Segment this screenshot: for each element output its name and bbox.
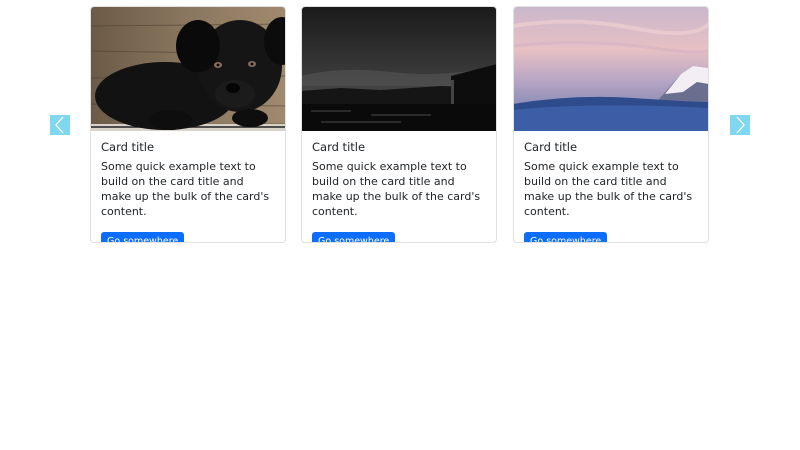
- card-title: Card title: [101, 140, 155, 154]
- carousel-prev-button[interactable]: [50, 115, 70, 135]
- card-body: Card title Some quick example text to bu…: [302, 131, 496, 242]
- card-body: Card title Some quick example text to bu…: [91, 131, 285, 242]
- card-title: Card title: [312, 140, 366, 154]
- black-puppy-photo: [91, 7, 285, 131]
- card-text: Some quick example text to build on the …: [312, 160, 481, 218]
- snowy-mountain-sunset-photo: [514, 7, 708, 131]
- carousel-next-button[interactable]: [730, 115, 750, 135]
- go-somewhere-button[interactable]: Go somewhere: [101, 232, 185, 242]
- card: Card title Some quick example text to bu…: [90, 6, 286, 243]
- card: Card title Some quick example text to bu…: [513, 6, 709, 243]
- night-barn-field-photo: [302, 7, 496, 131]
- card-carousel: Card title Some quick example text to bu…: [0, 0, 800, 450]
- card-text: Some quick example text to build on the …: [101, 160, 270, 218]
- card-title: Card title: [524, 140, 578, 154]
- go-somewhere-button[interactable]: Go somewhere: [524, 232, 608, 242]
- card-text: Some quick example text to build on the …: [524, 160, 693, 218]
- chevron-left-icon: [55, 116, 64, 134]
- go-somewhere-button[interactable]: Go somewhere: [312, 232, 396, 242]
- card-body: Card title Some quick example text to bu…: [514, 131, 708, 242]
- card: Card title Some quick example text to bu…: [301, 6, 497, 243]
- chevron-right-icon: [736, 116, 745, 134]
